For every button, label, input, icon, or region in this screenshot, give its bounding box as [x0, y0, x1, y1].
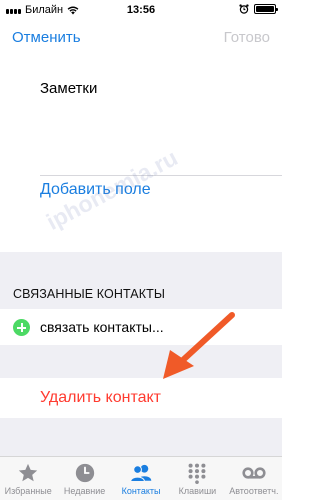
tab-label: Контакты: [121, 486, 161, 496]
tab-keypad[interactable]: Клавиши: [169, 457, 225, 500]
voicemail-icon: [242, 462, 266, 484]
delete-contact-row[interactable]: Удалить контакт: [0, 378, 282, 418]
battery-icon: [254, 4, 278, 14]
cancel-button[interactable]: Отменить: [12, 29, 81, 46]
status-right: [239, 4, 278, 14]
notes-label: Заметки: [40, 80, 98, 97]
tab-label: Автоответч.: [229, 486, 279, 496]
done-button[interactable]: Готово: [224, 29, 270, 46]
tab-label: Недавние: [63, 486, 106, 496]
star-icon: [16, 462, 40, 484]
alarm-icon: [239, 4, 249, 14]
grouped-background: [0, 252, 282, 458]
tab-recents[interactable]: Недавние: [56, 457, 112, 500]
tab-voicemail[interactable]: Автоответч.: [226, 457, 282, 500]
navigation-bar: Отменить Готово: [0, 20, 282, 56]
delete-contact-button[interactable]: Удалить контакт: [40, 389, 161, 407]
keypad-icon: [185, 462, 209, 484]
tab-bar: Избранные Недавние Контакты Клавиши Авто…: [0, 456, 282, 500]
add-circle-icon[interactable]: [13, 319, 30, 336]
tab-favorites[interactable]: Избранные: [0, 457, 56, 500]
status-bar: Билайн 13:56: [0, 0, 282, 20]
tab-label: Избранные: [4, 486, 52, 496]
tab-label: Клавиши: [178, 486, 217, 496]
related-contacts-header: СВЯЗАННЫЕ КОНТАКТЫ: [13, 287, 166, 301]
contacts-icon: [129, 462, 153, 484]
clock-icon: [73, 462, 97, 484]
link-contacts-row[interactable]: связать контакты...: [0, 309, 282, 345]
link-contacts-label: связать контакты...: [40, 319, 164, 335]
tab-contacts[interactable]: Контакты: [113, 457, 169, 500]
notes-field[interactable]: Заметки: [0, 60, 282, 115]
